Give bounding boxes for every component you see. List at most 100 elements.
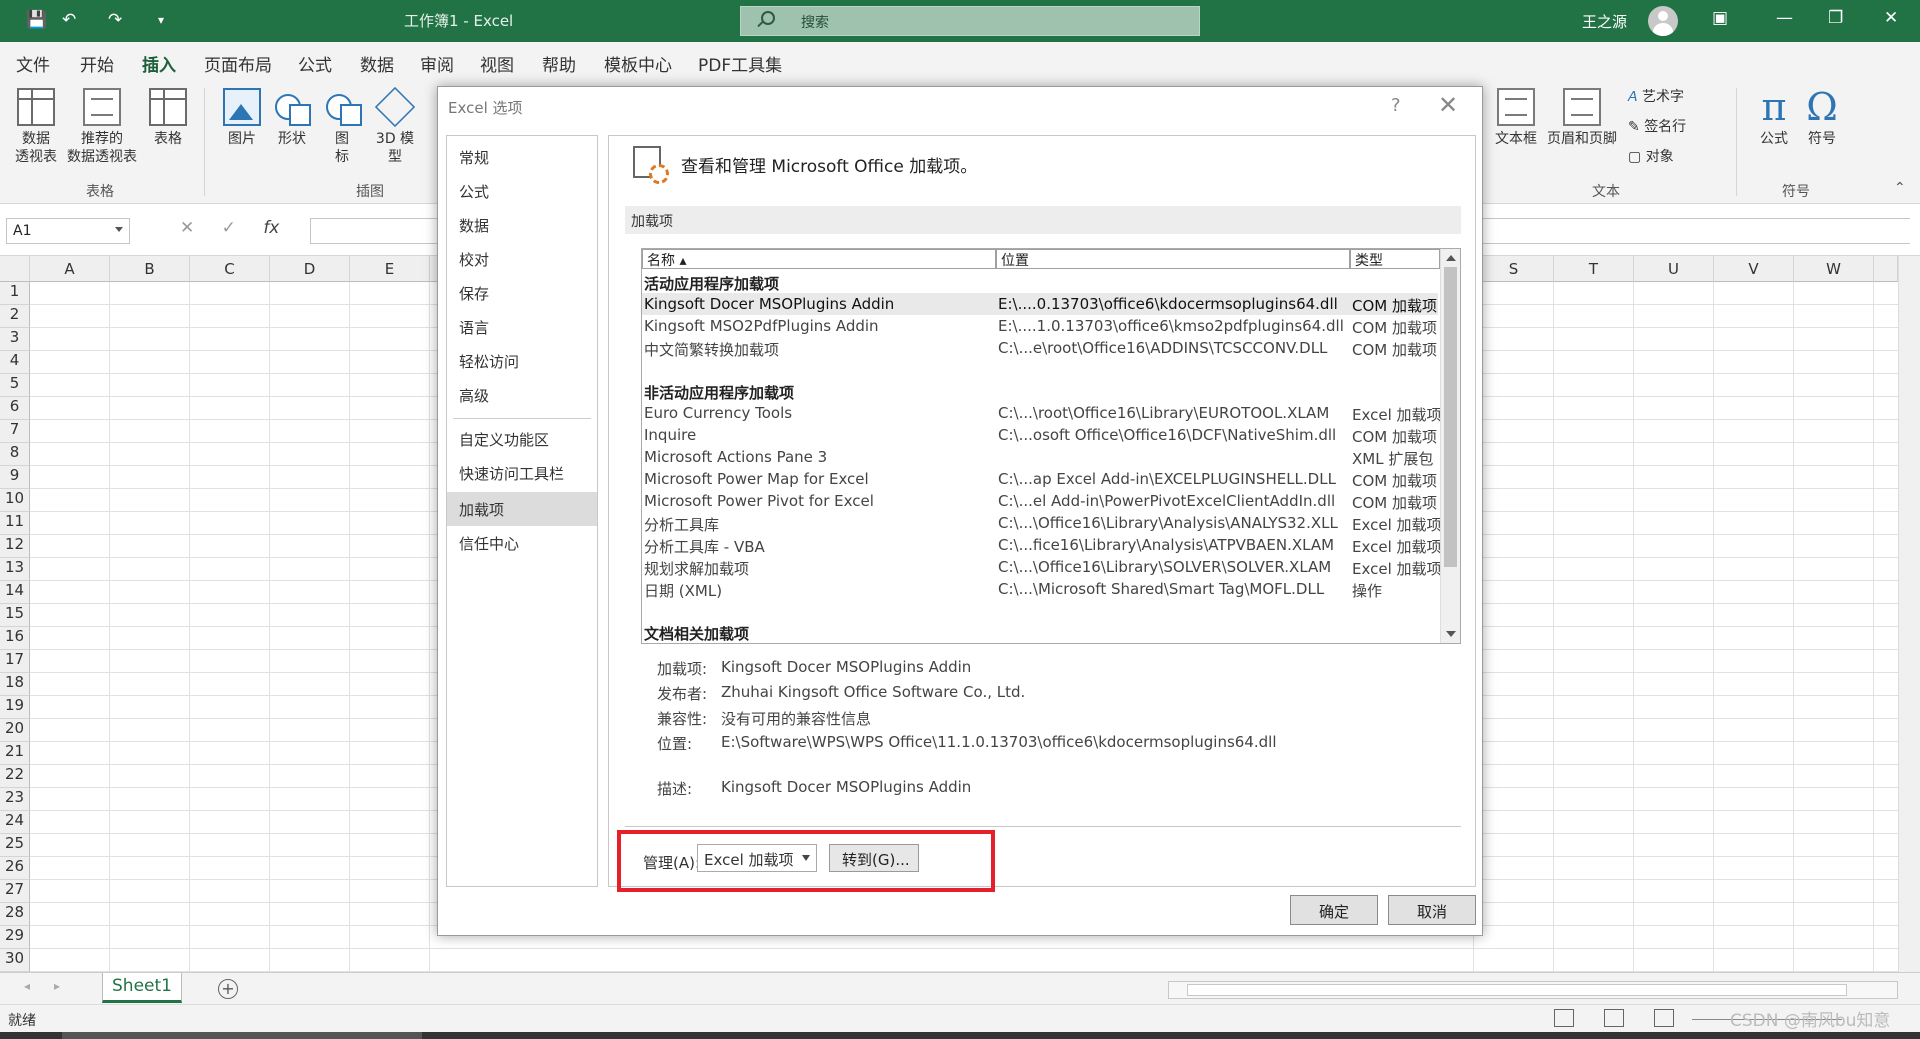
row-header[interactable]: 26	[0, 857, 30, 880]
list-item[interactable]: Euro Currency Tools C:\...\root\Office16\…	[642, 402, 1442, 424]
fx-icon[interactable]: fx	[263, 218, 279, 238]
row-header[interactable]: 27	[0, 880, 30, 903]
column-header[interactable]: S	[1474, 256, 1554, 282]
nav-save[interactable]: 保存	[447, 276, 597, 310]
minimize-icon[interactable]: —	[1776, 8, 1793, 28]
row-header[interactable]: 17	[0, 650, 30, 673]
row-header[interactable]: 6	[0, 397, 30, 420]
list-item[interactable]: 日期 (XML) C:\...\Microsoft Shared\Smart Ta…	[642, 578, 1438, 600]
row-header[interactable]: 28	[0, 903, 30, 926]
enter-icon[interactable]: ✓	[222, 218, 236, 238]
addins-list[interactable]: 名称 ▴ 位置 类型 活动应用程序加载项 Kingsoft Docer MSOP…	[641, 248, 1461, 644]
cancel-button[interactable]: 取消	[1388, 895, 1476, 925]
list-item[interactable]: Kingsoft Docer MSOPlugins Addin E:\....0.…	[642, 293, 1438, 315]
help-icon[interactable]: ?	[1391, 95, 1401, 116]
list-item[interactable]: 中文简繁转换加载项 C:\...e\root\Office16\ADDINS\TC…	[642, 337, 1438, 359]
row-header[interactable]: 19	[0, 696, 30, 719]
nav-customize-ribbon[interactable]: 自定义功能区	[447, 422, 597, 456]
column-header-name[interactable]: 名称 ▴	[642, 249, 996, 269]
tab-pdf-tools[interactable]: PDF工具集	[698, 51, 782, 76]
list-item[interactable]: Microsoft Actions Pane 3 XML 扩展包	[642, 446, 1438, 468]
row-header[interactable]: 2	[0, 305, 30, 328]
table-button[interactable]: 表格	[146, 88, 190, 148]
tab-help[interactable]: 帮助	[542, 51, 576, 76]
ribbon-display-icon[interactable]: ▣	[1712, 8, 1728, 28]
scroll-up-icon[interactable]	[1446, 255, 1456, 261]
column-header[interactable]: V	[1714, 256, 1794, 282]
tab-home[interactable]: 开始	[80, 51, 114, 76]
icons-button[interactable]: 图 标	[324, 88, 362, 166]
3d-models-button[interactable]: 3D 模 型	[372, 86, 418, 166]
tab-data[interactable]: 数据	[360, 51, 394, 76]
list-scrollbar[interactable]	[1440, 249, 1460, 643]
horizontal-scrollbar[interactable]	[1168, 981, 1898, 999]
row-header[interactable]: 21	[0, 742, 30, 765]
search-box[interactable]: 搜索	[740, 6, 1200, 36]
row-header[interactable]: 3	[0, 328, 30, 351]
customize-toolbar-icon[interactable]: ▾	[158, 10, 164, 30]
column-header[interactable]: D	[270, 256, 350, 282]
pivot-table-button[interactable]: 数据 透视表	[12, 88, 60, 166]
nav-addins[interactable]: 加载项	[447, 492, 597, 526]
tab-template-center[interactable]: 模板中心	[604, 51, 672, 76]
collapse-ribbon-icon[interactable]: ⌃	[1894, 180, 1906, 196]
recommended-pivot-button[interactable]: 推荐的 数据透视表	[64, 88, 140, 166]
tab-review[interactable]: 审阅	[420, 51, 454, 76]
row-header[interactable]: 15	[0, 604, 30, 627]
undo-icon[interactable]: ↶	[62, 10, 76, 30]
select-all-corner[interactable]	[0, 256, 30, 282]
nav-quick-access-toolbar[interactable]: 快速访问工具栏	[447, 456, 597, 490]
scroll-down-icon[interactable]	[1446, 631, 1456, 637]
tab-view[interactable]: 视图	[480, 51, 514, 76]
list-item[interactable]: Kingsoft MSO2PdfPlugins Addin E:\....1.0.…	[642, 315, 1438, 337]
ok-button[interactable]: 确定	[1290, 895, 1378, 925]
signature-line-button[interactable]: ✎ 签名行	[1628, 118, 1686, 136]
column-header[interactable]: W	[1794, 256, 1874, 282]
nav-language[interactable]: 语言	[447, 310, 597, 344]
vertical-scrollbar[interactable]	[1898, 256, 1920, 972]
row-header[interactable]: 4	[0, 351, 30, 374]
row-header[interactable]: 10	[0, 489, 30, 512]
column-header[interactable]: C	[190, 256, 270, 282]
equation-button[interactable]: π 公式	[1752, 88, 1796, 148]
row-header[interactable]: 11	[0, 512, 30, 535]
scroll-right-icon[interactable]: ▸	[54, 979, 60, 993]
row-header[interactable]: 29	[0, 926, 30, 949]
nav-accessibility[interactable]: 轻松访问	[447, 344, 597, 378]
list-scroll-thumb[interactable]	[1444, 267, 1457, 567]
close-icon[interactable]: ✕	[1884, 8, 1898, 28]
row-header[interactable]: 30	[0, 949, 30, 972]
cancel-icon[interactable]: ✕	[180, 218, 194, 238]
list-item[interactable]: 分析工具库 C:\...\Office16\Library\Analysis\AN…	[642, 512, 1442, 534]
list-item[interactable]: Microsoft Power Map for Excel C:\...ap Ex…	[642, 468, 1438, 490]
nav-advanced[interactable]: 高级	[447, 378, 597, 412]
page-layout-view-icon[interactable]	[1604, 1009, 1624, 1027]
textbox-button[interactable]: 文本框	[1492, 88, 1540, 148]
row-header[interactable]: 5	[0, 374, 30, 397]
nav-general[interactable]: 常规	[447, 140, 597, 174]
scrollbar-thumb[interactable]	[1187, 984, 1847, 996]
tab-formulas[interactable]: 公式	[298, 51, 332, 76]
row-header[interactable]: 1	[0, 282, 30, 305]
dialog-close-icon[interactable]: ✕	[1438, 91, 1458, 119]
row-header[interactable]: 18	[0, 673, 30, 696]
page-break-view-icon[interactable]	[1654, 1009, 1674, 1027]
normal-view-icon[interactable]	[1554, 1009, 1574, 1027]
symbol-button[interactable]: Ω 符号	[1800, 88, 1844, 148]
redo-icon[interactable]: ↷	[108, 10, 122, 30]
list-item[interactable]: 分析工具库 - VBA C:\...fice16\Library\Analysis…	[642, 534, 1442, 556]
row-header[interactable]: 8	[0, 443, 30, 466]
row-header[interactable]: 7	[0, 420, 30, 443]
sheet-tab[interactable]: Sheet1	[102, 973, 182, 1003]
row-header[interactable]: 25	[0, 834, 30, 857]
nav-formulas[interactable]: 公式	[447, 174, 597, 208]
wordart-button[interactable]: 𝘈 艺术字	[1628, 88, 1684, 106]
column-header[interactable]: T	[1554, 256, 1634, 282]
row-header[interactable]: 24	[0, 811, 30, 834]
scroll-left-icon[interactable]: ◂	[24, 979, 30, 993]
nav-data[interactable]: 数据	[447, 208, 597, 242]
goto-button[interactable]: 转到(G)...	[829, 844, 919, 872]
column-header[interactable]: E	[350, 256, 430, 282]
name-box[interactable]: A1	[6, 218, 130, 244]
add-sheet-icon[interactable]: +	[218, 979, 238, 999]
